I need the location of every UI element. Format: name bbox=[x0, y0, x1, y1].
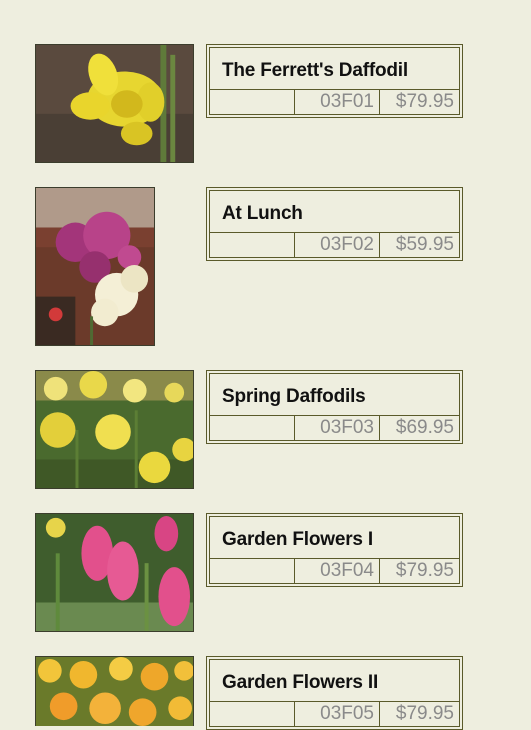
product-card: The Ferrett's Daffodil 03F01 $79.95 bbox=[206, 44, 463, 118]
product-price: $79.95 bbox=[395, 560, 454, 581]
blank-cell bbox=[210, 559, 295, 583]
product-catalog: The Ferrett's Daffodil 03F01 $79.95 At L… bbox=[0, 0, 531, 730]
blank-cell bbox=[210, 702, 295, 726]
product-code: 03F01 bbox=[295, 90, 380, 114]
product-image[interactable] bbox=[35, 44, 194, 163]
product-title[interactable]: Garden Flowers I bbox=[210, 517, 459, 559]
product-title[interactable]: At Lunch bbox=[210, 191, 459, 233]
product-image[interactable] bbox=[35, 187, 155, 346]
product-title[interactable]: Garden Flowers II bbox=[210, 660, 459, 702]
product-price: $79.95 bbox=[395, 91, 454, 112]
product-card: Spring Daffodils 03F03 $69.95 bbox=[206, 370, 463, 444]
product-title[interactable]: Spring Daffodils bbox=[210, 374, 459, 416]
product-title[interactable]: The Ferrett's Daffodil bbox=[210, 48, 459, 90]
product-image[interactable] bbox=[35, 370, 194, 489]
product-code: 03F02 bbox=[295, 233, 380, 257]
blank-cell bbox=[210, 90, 295, 114]
product-card: At Lunch 03F02 $59.95 bbox=[206, 187, 463, 261]
product-card: Garden Flowers I 03F04 $79.95 bbox=[206, 513, 463, 587]
product-code: 03F04 bbox=[295, 559, 380, 583]
product-image[interactable] bbox=[35, 656, 194, 726]
product-image[interactable] bbox=[35, 513, 194, 632]
product-code: 03F03 bbox=[295, 416, 380, 440]
blank-cell bbox=[210, 416, 295, 440]
product-price: $79.95 bbox=[395, 703, 454, 724]
product-price: $69.95 bbox=[395, 417, 454, 438]
product-card: Garden Flowers II 03F05 $79.95 bbox=[206, 656, 463, 730]
product-price: $59.95 bbox=[395, 234, 454, 255]
blank-cell bbox=[210, 233, 295, 257]
product-code: 03F05 bbox=[295, 702, 380, 726]
